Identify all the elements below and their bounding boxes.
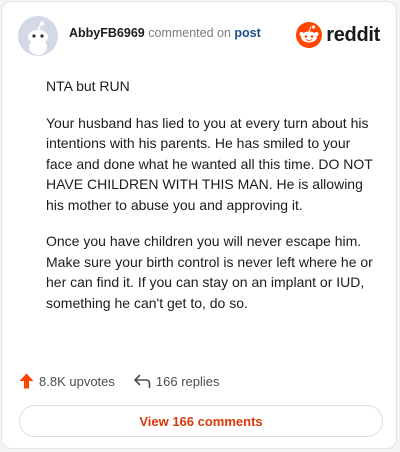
reddit-logo[interactable]: reddit — [296, 20, 380, 50]
reply-arrow-icon — [134, 374, 151, 388]
view-comments-button[interactable]: View 166 comments — [19, 405, 383, 437]
comment-meta: AbbyFB6969 commented on post — [69, 26, 261, 40]
replies-count: 166 replies — [155, 373, 220, 389]
replies-stat[interactable]: 166 replies — [133, 374, 220, 389]
reddit-wordmark: reddit — [326, 23, 380, 46]
post-link[interactable]: post — [234, 26, 260, 40]
comment-body: NTA but RUN Your husband has lied to you… — [46, 76, 378, 329]
upvotes-stat[interactable]: 8.8K upvotes — [19, 373, 115, 389]
snoo-avatar-icon[interactable] — [18, 16, 58, 56]
upvotes-count: 8.8K upvotes — [39, 373, 115, 389]
comment-header: AbbyFB6969 commented on post reddit — [18, 16, 382, 56]
comment-card: AbbyFB6969 commented on post reddit NTA … — [1, 1, 397, 449]
upvote-arrow-icon — [19, 373, 34, 389]
comment-paragraph: Your husband has lied to you at every tu… — [46, 114, 373, 213]
username-link[interactable]: AbbyFB6969 — [69, 26, 145, 40]
comment-paragraph: Once you have children you will never es… — [46, 233, 373, 311]
comment-stats: 8.8K upvotes 166 replies — [19, 371, 220, 391]
action-text: commented on — [148, 26, 231, 40]
reddit-logo-icon — [296, 22, 323, 48]
comment-paragraph: NTA but RUN — [46, 78, 130, 94]
